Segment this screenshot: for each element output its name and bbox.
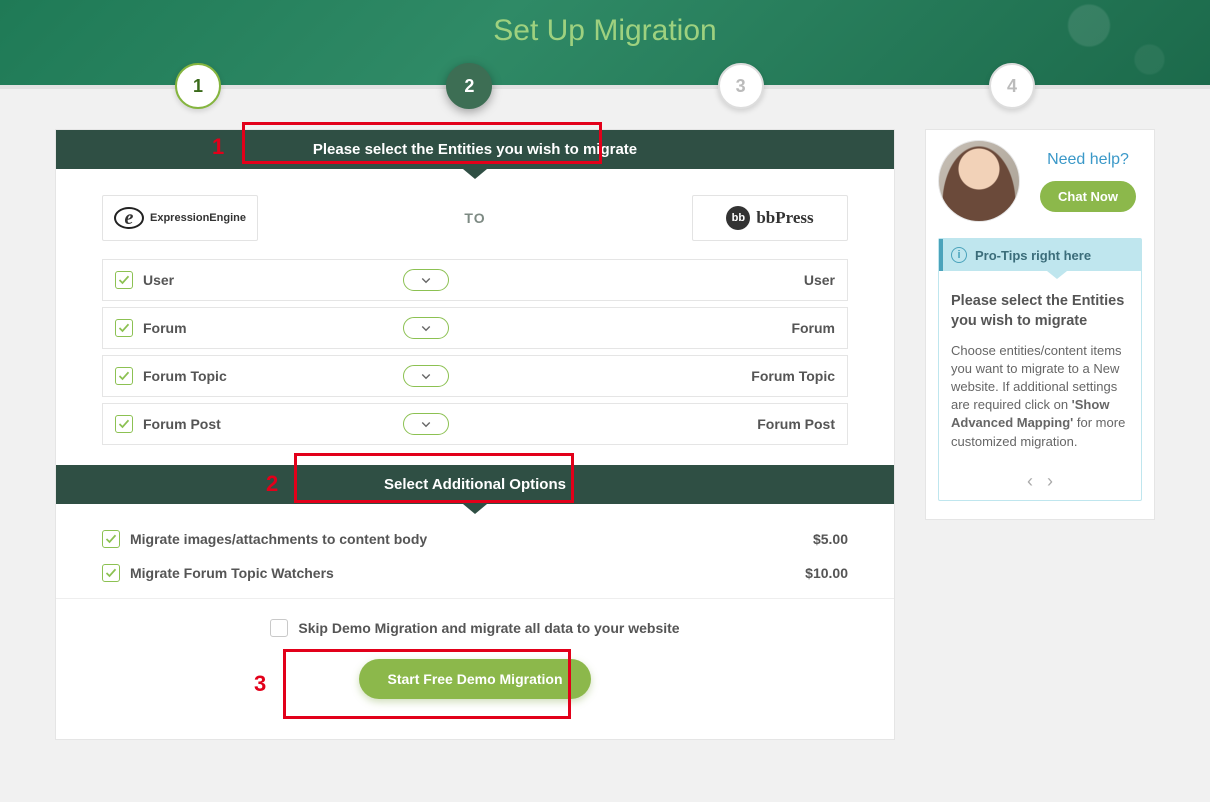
pro-tips-header: i Pro-Tips right here (939, 239, 1141, 271)
step-3: 3 (718, 63, 764, 109)
entity-row: Forum Forum (102, 307, 848, 349)
pro-tips-body: Please select the Entities you wish to m… (939, 271, 1141, 465)
entity-source-label: Forum Post (143, 416, 221, 432)
pro-tips-box: i Pro-Tips right here Please select the … (938, 238, 1142, 501)
entity-expand-button[interactable] (403, 365, 449, 387)
option-price: $10.00 (805, 565, 848, 581)
to-label: TO (464, 210, 485, 226)
entity-target-label: Forum Post (547, 416, 835, 432)
entity-target-label: Forum Topic (547, 368, 835, 384)
step-4: 4 (989, 63, 1035, 109)
additional-options-list: Migrate images/attachments to content bo… (56, 504, 894, 598)
check-icon (105, 567, 117, 579)
check-icon (118, 418, 130, 430)
entity-checkbox[interactable] (115, 319, 133, 337)
step-1[interactable]: 1 (175, 63, 221, 109)
skip-demo-checkbox[interactable] (270, 619, 288, 637)
option-price: $5.00 (813, 531, 848, 547)
steps-tracker: 1 2 3 4 (55, 63, 1155, 109)
check-icon (118, 322, 130, 334)
target-platform-logo: bb bbPress (692, 195, 848, 241)
entity-source-label: User (143, 272, 174, 288)
skip-demo-row: Skip Demo Migration and migrate all data… (102, 619, 848, 637)
info-icon: i (951, 247, 967, 263)
options-section-header: Select Additional Options (56, 465, 894, 504)
pro-tip-title: Please select the Entities you wish to m… (951, 291, 1129, 332)
entity-target-label: Forum (547, 320, 835, 336)
help-sidebar: Need help? Chat Now i Pro-Tips right her… (925, 129, 1155, 520)
entity-target-label: User (547, 272, 835, 288)
entity-source-label: Forum Topic (143, 368, 227, 384)
start-demo-button[interactable]: Start Free Demo Migration (359, 659, 590, 699)
option-checkbox[interactable] (102, 564, 120, 582)
prev-tip-button[interactable]: ‹ (1027, 471, 1033, 492)
check-icon (118, 274, 130, 286)
options-section-title: Select Additional Options (384, 476, 566, 493)
entity-row: Forum Post Forum Post (102, 403, 848, 445)
option-checkbox[interactable] (102, 530, 120, 548)
entity-source-label: Forum (143, 320, 187, 336)
entity-checkbox[interactable] (115, 415, 133, 433)
option-row: Migrate images/attachments to content bo… (102, 522, 848, 556)
chevron-down-icon (420, 418, 432, 430)
migration-main-panel: Please select the Entities you wish to m… (55, 129, 895, 740)
entity-expand-button[interactable] (403, 413, 449, 435)
skip-demo-label: Skip Demo Migration and migrate all data… (298, 620, 679, 636)
step-2[interactable]: 2 (446, 63, 492, 109)
need-help-link[interactable]: Need help? (1034, 151, 1142, 169)
entity-row: User User (102, 259, 848, 301)
entities-section-header: Please select the Entities you wish to m… (56, 130, 894, 169)
pro-tips-label: Pro-Tips right here (975, 248, 1091, 263)
check-icon (105, 533, 117, 545)
bbpress-icon: bb (726, 206, 750, 230)
chat-now-button[interactable]: Chat Now (1040, 181, 1136, 212)
entity-row: Forum Topic Forum Topic (102, 355, 848, 397)
page-title: Set Up Migration (0, 0, 1210, 48)
source-platform-logo: e ExpressionEngine (102, 195, 258, 241)
option-label: Migrate images/attachments to content bo… (130, 531, 427, 547)
avatar (938, 140, 1020, 222)
entity-expand-button[interactable] (403, 317, 449, 339)
option-row: Migrate Forum Topic Watchers $10.00 (102, 556, 848, 590)
entity-checkbox[interactable] (115, 271, 133, 289)
target-platform-label: bbPress (756, 208, 813, 228)
check-icon (118, 370, 130, 382)
entities-section-title: Please select the Entities you wish to m… (313, 141, 637, 158)
option-label: Migrate Forum Topic Watchers (130, 565, 334, 581)
chevron-down-icon (420, 370, 432, 382)
next-tip-button[interactable]: › (1047, 471, 1053, 492)
platform-logo-row: e ExpressionEngine TO bb bbPress (56, 169, 894, 259)
chevron-down-icon (420, 274, 432, 286)
help-row: Need help? Chat Now (938, 140, 1142, 222)
entity-checkbox[interactable] (115, 367, 133, 385)
pro-tips-nav: ‹ › (939, 465, 1141, 500)
chevron-down-icon (420, 322, 432, 334)
entities-list: User User Forum (56, 259, 894, 465)
source-platform-label: ExpressionEngine (150, 212, 246, 224)
annotation-number-3: 3 (254, 671, 266, 697)
actions-area: Skip Demo Migration and migrate all data… (56, 598, 894, 739)
expressionengine-icon: e (114, 207, 144, 229)
entity-expand-button[interactable] (403, 269, 449, 291)
